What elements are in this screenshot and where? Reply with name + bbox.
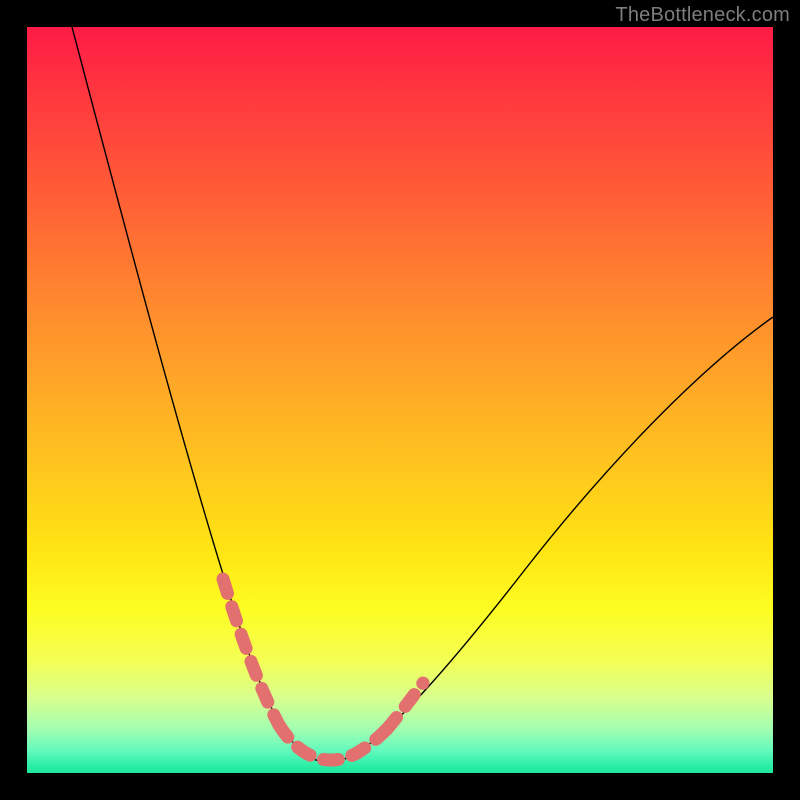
highlight-valley-floor <box>279 725 387 760</box>
chart-area <box>27 27 773 773</box>
highlight-left-descent <box>223 579 279 725</box>
highlight-right-ascent <box>387 683 423 729</box>
curve-path <box>72 27 773 762</box>
watermark-text: TheBottleneck.com <box>615 4 790 27</box>
bottleneck-curve <box>27 27 773 773</box>
